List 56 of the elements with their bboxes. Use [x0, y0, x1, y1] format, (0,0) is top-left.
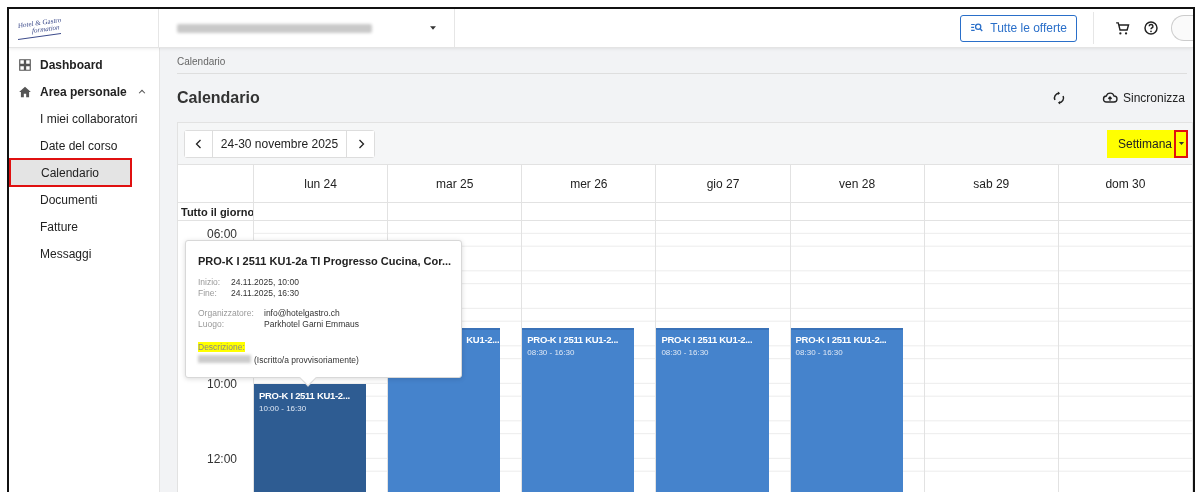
- field-label: Fine:: [198, 288, 218, 298]
- refresh-icon[interactable]: [1051, 91, 1066, 105]
- event-time: 10:00 - 16:30: [259, 404, 308, 413]
- cloud-upload-icon: [1101, 90, 1118, 106]
- caret-icon: [1176, 139, 1186, 148]
- sidebar-item[interactable]: Messaggi: [9, 240, 159, 267]
- day-header: mer 26: [521, 165, 656, 202]
- day-header: lun 24: [253, 165, 388, 202]
- day-header: dom 30: [1057, 165, 1192, 202]
- event-block[interactable]: PRO-K I 2511 KU1-2... 08:30 - 16:30: [656, 327, 769, 492]
- event-time: 08:30 - 16:30: [795, 347, 844, 357]
- sync-button[interactable]: Sincronizza: [1091, 90, 1193, 106]
- all-day-label: Tutto il giorno: [180, 204, 253, 220]
- event-block[interactable]: PRO-K I 2511 KU1-2... 08:30 - 16:30: [522, 327, 635, 492]
- home-icon: [18, 84, 32, 99]
- field-value: info@hotelgastro.ch: [264, 308, 341, 318]
- event-block[interactable]: PRO-K I 2511 KU1-2... 08:30 - 16:30: [790, 327, 903, 492]
- field-label: Organizzatore:: [198, 308, 255, 318]
- time-label: 10:00: [206, 377, 237, 391]
- event-block[interactable]: PRO-K I 2511 KU1-2... 10:00 - 16:30: [254, 384, 367, 492]
- description-text: (Iscritto/a provvisoriamente): [254, 355, 359, 365]
- sidebar-item[interactable]: Calendario: [10, 159, 131, 186]
- sidebar-item[interactable]: Fatture: [9, 213, 159, 240]
- field-value: 24.11.2025, 16:30: [231, 288, 300, 298]
- day-header: ven 28: [789, 165, 924, 202]
- event-time: 08:30 - 16:30: [527, 347, 576, 357]
- sidebar-item[interactable]: Date del corso: [9, 132, 159, 159]
- breadcrumb[interactable]: Calendario: [177, 48, 1187, 74]
- dropdown-toggle[interactable]: [1174, 129, 1188, 158]
- day-header: gio 27: [655, 165, 790, 202]
- blurred-text: [198, 355, 251, 363]
- field-value: 24.11.2025, 10:00: [231, 277, 300, 287]
- event-title: PRO-K I 2511 KU1-2...: [795, 332, 888, 346]
- time-label: 12:00: [206, 452, 237, 466]
- offers-button[interactable]: Tutte le offerte: [960, 14, 1077, 42]
- event-title: KU1-2...: [465, 332, 500, 346]
- help-icon[interactable]: [1143, 20, 1159, 36]
- time-label: 06:00: [206, 227, 237, 241]
- description-label: Descrizione:: [198, 342, 245, 352]
- page-title: Calendario: [177, 89, 260, 107]
- event-title: PRO-K I 2511 KU1-2...: [527, 332, 620, 346]
- popover-title: PRO-K I 2511 KU1-2a TI Progresso Cucina, Cor...: [198, 255, 449, 267]
- sidebar-item[interactable]: Area personale: [9, 78, 159, 105]
- grid-icon: [18, 57, 32, 72]
- event-title: PRO-K I 2511 KU1-2...: [661, 332, 754, 346]
- field-value: Parkhotel Garni Emmaus: [264, 319, 360, 329]
- event-title: PRO-K I 2511 KU1-2...: [259, 389, 351, 402]
- day-header: sab 29: [923, 165, 1058, 202]
- sidebar-item[interactable]: Documenti: [9, 186, 159, 213]
- field-label: Luogo:: [198, 319, 225, 329]
- event-time: 08:30 - 16:30: [661, 347, 710, 357]
- sidebar-item[interactable]: I miei collaboratori: [9, 105, 159, 132]
- sidebar-item[interactable]: Dashboard: [9, 51, 159, 78]
- day-header: mar 25: [387, 165, 522, 202]
- field-label: Inizio:: [198, 277, 222, 287]
- cart-icon[interactable]: [1114, 19, 1131, 37]
